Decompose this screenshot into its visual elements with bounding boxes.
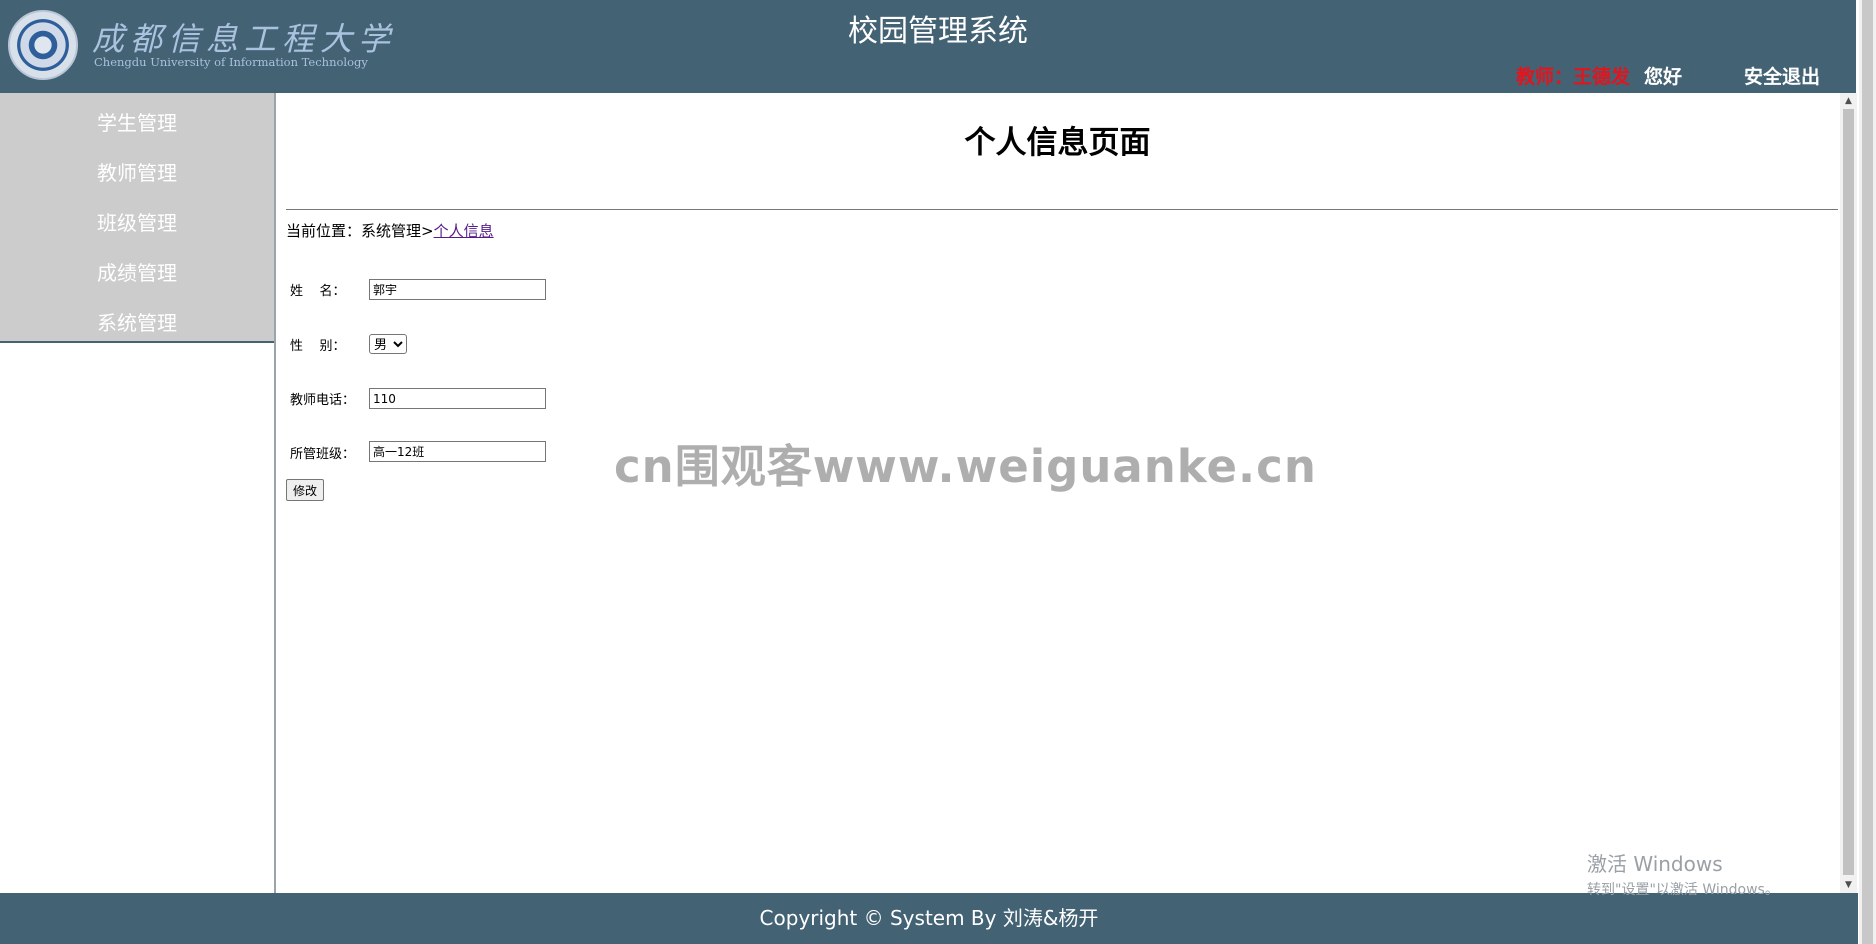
main-scrollbar[interactable]: ▲ ▼ xyxy=(1840,93,1857,893)
windows-activation-hint: 转到"设置"以激活 Windows。 xyxy=(1587,882,1779,898)
logo-text-en: Chengdu University of Information Techno… xyxy=(94,55,368,69)
windows-activation-title: 激活 Windows xyxy=(1587,852,1723,876)
greeting-text: 您好 xyxy=(1643,66,1682,88)
name-input[interactable] xyxy=(369,279,546,300)
sidebar-item-student-management[interactable]: 学生管理 xyxy=(0,103,274,153)
breadcrumb: 当前位置：系统管理>个人信息 xyxy=(286,220,494,241)
footer: Copyright © System By 刘涛&杨开 xyxy=(0,893,1858,944)
sidebar-item-teacher-management[interactable]: 教师管理 xyxy=(0,153,274,203)
windows-activation-notice: 激活 Windows 转到"设置"以激活 Windows。 xyxy=(1587,848,1779,899)
name-label: 姓 名： xyxy=(290,284,346,299)
breadcrumb-current-link[interactable]: 个人信息 xyxy=(434,222,494,240)
user-role-name: 教师：王德发 xyxy=(1515,66,1630,88)
scroll-up-icon[interactable]: ▲ xyxy=(1840,93,1857,109)
sidebar-item-class-management[interactable]: 班级管理 xyxy=(0,203,274,253)
modify-button[interactable]: 修改 xyxy=(286,479,325,501)
page-scrollbar-thumb[interactable] xyxy=(1862,0,1873,944)
sidebar: 学生管理 教师管理 班级管理 成绩管理 系统管理 xyxy=(0,93,276,893)
sidebar-menu: 学生管理 教师管理 班级管理 成绩管理 系统管理 xyxy=(0,93,274,343)
page-title: 个人信息页面 xyxy=(964,125,1151,161)
breadcrumb-separator: > xyxy=(421,222,434,240)
scroll-down-icon[interactable]: ▼ xyxy=(1840,877,1857,893)
sidebar-item-system-management[interactable]: 系统管理 xyxy=(0,303,274,353)
gender-label: 性 别： xyxy=(290,339,346,354)
header-bar: 成都信息工程大学 Chengdu University of Informati… xyxy=(0,0,1856,93)
page-scrollbar[interactable] xyxy=(1859,0,1876,944)
class-input[interactable] xyxy=(369,441,546,462)
sidebar-item-grade-management[interactable]: 成绩管理 xyxy=(0,253,274,303)
gender-select[interactable]: 男 xyxy=(369,334,407,354)
class-label: 所管班级： xyxy=(290,447,356,462)
user-area: 教师：王德发 您好 安全退出 xyxy=(1516,62,1820,89)
watermark-text: cn围观客www.weiguanke.cn xyxy=(614,440,1317,493)
phone-label: 教师电话： xyxy=(290,393,356,408)
app-title: 校园管理系统 xyxy=(848,14,1028,49)
breadcrumb-prefix: 当前位置： xyxy=(286,222,362,240)
divider xyxy=(286,209,1838,210)
main-scrollbar-thumb[interactable] xyxy=(1843,109,1854,875)
logout-link[interactable]: 安全退出 xyxy=(1744,66,1820,88)
phone-input[interactable] xyxy=(369,388,546,409)
breadcrumb-parent: 系统管理 xyxy=(361,222,422,240)
